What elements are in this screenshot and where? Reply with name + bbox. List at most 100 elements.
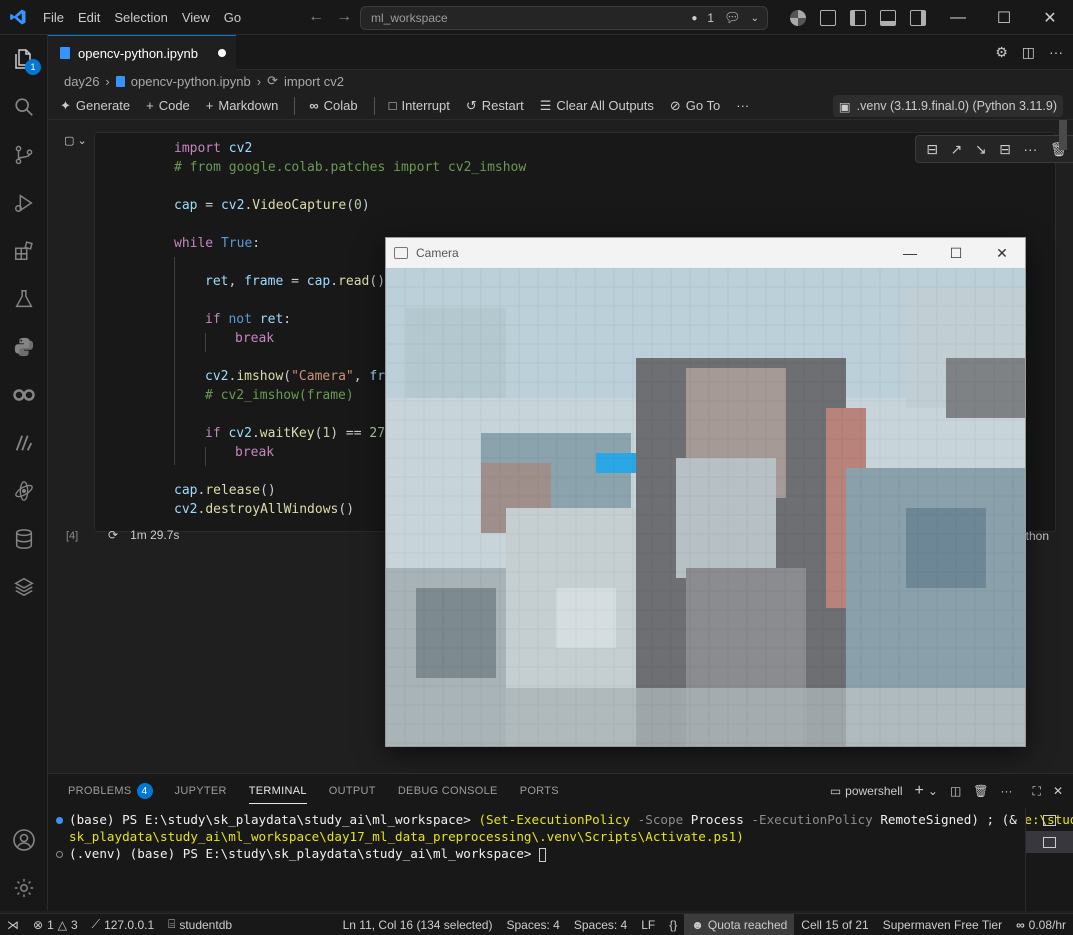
tab-jupyter[interactable]: JUPYTER [175,774,227,808]
database-icon[interactable] [0,515,48,563]
accounts-swirl-icon[interactable] [790,9,806,26]
more-actions-icon[interactable]: ··· [1049,44,1063,61]
add-code-button[interactable]: + Code [146,98,190,113]
toggle-panel-icon[interactable] [880,9,896,26]
quota-status[interactable]: ☻ Quota reached [684,913,795,935]
new-terminal-icon[interactable]: + [915,782,924,800]
language-status[interactable]: {} [662,914,684,935]
camera-minimize-button[interactable]: — [887,238,933,268]
host-status[interactable]: ⟋ 127.0.0.1 [85,914,161,935]
tab-output[interactable]: OUTPUT [329,774,376,808]
problems-status[interactable]: ⊗ 1 △ 3 [26,914,85,935]
back-arrow-icon[interactable]: ← [308,8,324,26]
source-control-icon[interactable] [0,131,48,179]
sparkle-icon: ✦ [60,97,71,113]
toggle-secondary-sidebar-icon[interactable] [910,9,926,26]
menu-selection[interactable]: Selection [107,0,174,35]
split-cell-icon[interactable]: ⊟ [999,141,1011,158]
close-button[interactable]: ✕ [1027,0,1073,35]
window-app-icon [394,247,408,259]
supermaven-status[interactable]: Supermaven Free Tier [876,914,1009,935]
testing-flask-icon[interactable] [0,275,48,323]
terminal-prompt: (.venv) (base) PS E:\study\sk_playdata\s… [69,846,540,861]
breadcrumb-symbol[interactable]: import cv2 [284,74,344,89]
code-label: Code [158,98,190,113]
cell-collapse-icon[interactable]: ▢ ⌄ [64,134,87,147]
tab-opencv-python[interactable]: opencv-python.ipynb [48,35,236,70]
chevron-down-icon[interactable]: ⌄ [928,784,938,798]
more-toolbar-button[interactable]: ··· [736,98,749,113]
generate-button[interactable]: ✦ Generate [60,98,130,114]
terminal-cursor[interactable] [539,847,547,862]
explorer-icon[interactable]: 1 [0,35,48,83]
colab-icon[interactable] [0,371,48,419]
tab-terminal[interactable]: TERMINAL [248,774,307,808]
terminal-instance-1[interactable] [1026,809,1073,831]
menu-edit[interactable]: Edit [71,0,107,35]
tab-problems[interactable]: PROBLEMS 4 [68,774,153,808]
forward-arrow-icon[interactable]: → [336,8,352,26]
shell-name[interactable]: powershell [845,784,902,798]
eol-status[interactable]: LF [634,914,662,935]
scrollbar-thumb[interactable] [1059,120,1067,150]
account-icon[interactable] [0,816,48,864]
execute-above-icon[interactable]: ↗ [951,141,963,158]
kernel-picker[interactable]: ▣ .venv (3.11.9.final.0) (Python 3.11.9) [832,95,1063,117]
add-markdown-button[interactable]: + Markdown [206,98,279,113]
indent-guide [205,447,206,466]
indentation-2[interactable]: Spaces: 4 [567,914,634,935]
toggle-sidebar-icon[interactable] [850,9,866,26]
run-by-line-icon[interactable]: ⊟ [926,141,938,158]
breadcrumb-folder[interactable]: day26 [64,74,99,89]
minimize-button[interactable]: — [935,0,981,35]
run-debug-icon[interactable] [0,179,48,227]
command-center-search[interactable]: ml_workspace ● 1 💬︎ ⌄ [360,6,768,30]
chat-icon[interactable]: 💬︎ [724,10,741,26]
camera-close-button[interactable]: ✕ [979,238,1025,268]
goto-button[interactable]: ⊘ Go To [670,98,720,114]
tab-debug-console[interactable]: DEBUG CONSOLE [398,774,498,808]
remote-indicator[interactable]: ⋊ [0,914,26,935]
cursor-position[interactable]: Ln 11, Col 16 (134 selected) [336,914,500,935]
terminal-instance-2[interactable] [1026,831,1073,853]
supermaven-icon[interactable] [0,419,48,467]
split-editor-icon[interactable]: ◫ [1022,44,1035,61]
manage-gear-icon[interactable] [0,864,48,912]
unsaved-dot-icon[interactable] [217,49,226,57]
search-icon[interactable] [0,83,48,131]
atom-icon[interactable] [0,467,48,515]
terminal-flag: -Scope [630,812,691,827]
camera-window[interactable]: Camera — ☐ ✕ [385,237,1026,747]
cell-index[interactable]: Cell 15 of 21 [794,914,875,935]
panel-more-icon[interactable]: ··· [1001,784,1013,798]
colab-button[interactable]: ∞ Colab [309,98,357,113]
split-terminal-icon[interactable]: ◫ [950,784,961,798]
rate-status[interactable]: ∞ 0.08/hr [1009,914,1073,935]
gear-icon[interactable]: ⚙︎ [995,44,1008,61]
camera-maximize-button[interactable]: ☐ [933,238,979,268]
kill-terminal-trash-icon[interactable]: 🗑︎ [973,784,988,798]
close-panel-icon[interactable]: ✕ [1053,784,1063,798]
breadcrumb-file[interactable]: opencv-python.ipynb [131,74,251,89]
code-line: cv2.destroyAllWindows() [174,502,355,517]
terminal-tabs-list [1025,808,1073,912]
interrupt-button[interactable]: □ Interrupt [389,98,450,113]
menu-view[interactable]: View [175,0,217,35]
cell-more-icon[interactable]: ··· [1023,141,1037,157]
clear-outputs-button[interactable]: ☰ Clear All Outputs [540,98,654,114]
restart-button[interactable]: ↺ Restart [466,98,524,114]
maximize-panel-icon[interactable]: ⛶ [1033,784,1041,799]
menu-file[interactable]: File [36,0,71,35]
layers-icon[interactable] [0,563,48,611]
chevron-down-icon[interactable]: ⌄ [751,13,759,24]
indentation-1[interactable]: Spaces: 4 [499,914,566,935]
extensions-icon[interactable] [0,227,48,275]
python-icon[interactable] [0,323,48,371]
db-status[interactable]: ⌸ studentdb [161,914,239,935]
execute-below-icon[interactable]: ↘ [975,141,987,158]
menu-go[interactable]: Go [217,0,248,35]
problems-badge: 4 [136,783,153,799]
customize-layout-icon[interactable] [820,9,836,26]
maximize-button[interactable]: ☐ [981,0,1027,35]
tab-ports[interactable]: PORTS [520,774,559,808]
